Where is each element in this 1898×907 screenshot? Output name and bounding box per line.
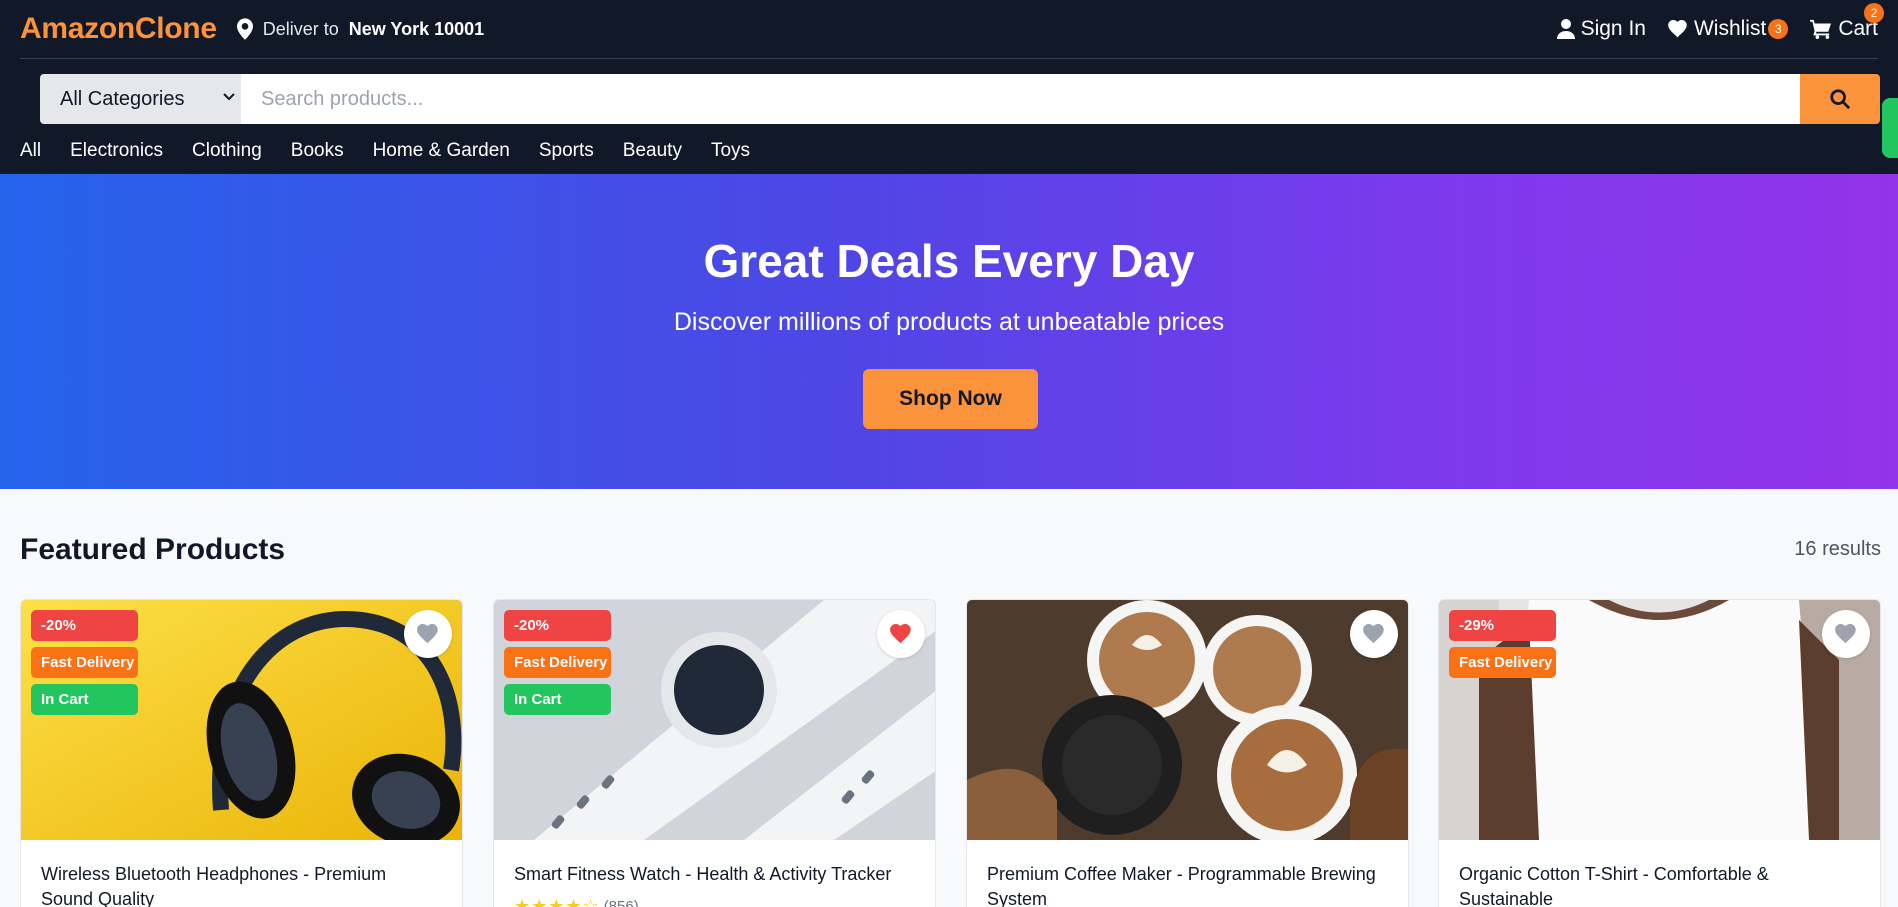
discount-tag: -29%: [1449, 610, 1556, 641]
search-bar: All Categories: [40, 74, 1880, 124]
hero-title: Great Deals Every Day: [703, 235, 1195, 287]
fast-delivery-tag: Fast Delivery: [31, 647, 138, 678]
nav-item-clothing[interactable]: Clothing: [192, 140, 262, 162]
deliver-to[interactable]: Deliver to New York 10001: [236, 18, 485, 40]
product-card[interactable]: -20% Fast Delivery In Cart Smart Fitness…: [493, 599, 936, 907]
product-title[interactable]: Organic Cotton T-Shirt - Comfortable & S…: [1459, 862, 1859, 907]
product-title[interactable]: Wireless Bluetooth Headphones - Premium …: [41, 862, 441, 907]
shop-now-button[interactable]: Shop Now: [863, 369, 1038, 429]
in-cart-tag: In Cart: [31, 684, 138, 715]
nav-item-all[interactable]: All: [20, 140, 41, 162]
heart-icon: [1668, 20, 1687, 38]
nav-item-electronics[interactable]: Electronics: [70, 140, 163, 162]
wishlist-toggle-button[interactable]: [1822, 610, 1870, 658]
deliver-label: Deliver to: [262, 18, 339, 39]
product-card[interactable]: -20% Fast Delivery In Cart Wireless Blue…: [20, 599, 463, 907]
side-feedback-tab[interactable]: [1882, 98, 1898, 158]
search-input[interactable]: [241, 74, 1800, 124]
site-header: AmazonClone Deliver to New York 10001 Si…: [0, 0, 1898, 174]
wishlist-count-badge: 3: [1768, 19, 1789, 39]
nav-item-books[interactable]: Books: [291, 140, 344, 162]
cart-link[interactable]: Cart 2: [1810, 3, 1884, 41]
category-nav: All Electronics Clothing Books Home & Ga…: [20, 140, 750, 162]
heart-icon: [1835, 624, 1856, 644]
hero-subtitle: Discover millions of products at unbeata…: [673, 308, 1225, 336]
nav-item-home-garden[interactable]: Home & Garden: [373, 140, 510, 162]
heart-icon: [417, 624, 438, 644]
logo[interactable]: AmazonClone: [20, 12, 217, 46]
fast-delivery-tag: Fast Delivery: [504, 647, 611, 678]
heart-icon: [1363, 624, 1384, 644]
user-icon: [1556, 19, 1575, 39]
heart-icon: [890, 624, 911, 644]
coffee-image: [967, 600, 1408, 840]
product-card[interactable]: -29% Fast Delivery Organic Cotton T-Shir…: [1438, 599, 1881, 907]
discount-tag: -20%: [31, 610, 138, 641]
fast-delivery-tag: Fast Delivery: [1449, 647, 1556, 678]
product-card[interactable]: Premium Coffee Maker - Programmable Brew…: [966, 599, 1409, 907]
product-tags: -20% Fast Delivery In Cart: [504, 610, 611, 715]
wishlist-label: Wishlist: [1693, 17, 1767, 40]
hero-banner: Great Deals Every Day Discover millions …: [0, 174, 1898, 489]
nav-item-beauty[interactable]: Beauty: [623, 140, 682, 162]
discount-tag: -20%: [504, 610, 611, 641]
category-select[interactable]: All Categories: [40, 74, 241, 124]
in-cart-tag: In Cart: [504, 684, 611, 715]
wishlist-toggle-button[interactable]: [877, 610, 925, 658]
cart-icon: [1810, 19, 1832, 39]
product-tags: -20% Fast Delivery In Cart: [31, 610, 138, 715]
results-count: 16 results: [1794, 538, 1881, 560]
wishlist-link[interactable]: Wishlist 3: [1668, 17, 1789, 41]
product-title[interactable]: Premium Coffee Maker - Programmable Brew…: [987, 862, 1387, 907]
review-count: (856): [603, 898, 639, 907]
nav-item-sports[interactable]: Sports: [539, 140, 594, 162]
cart-count-badge: 2: [1864, 3, 1884, 23]
header-divider: [20, 58, 1878, 59]
deliver-location: New York 10001: [348, 18, 485, 39]
search-button[interactable]: [1800, 74, 1880, 124]
nav-item-toys[interactable]: Toys: [711, 140, 750, 162]
product-title[interactable]: Smart Fitness Watch - Health & Activity …: [514, 862, 914, 887]
header-top-row: AmazonClone Deliver to New York 10001 Si…: [0, 0, 1898, 58]
header-actions: Sign In Wishlist 3 Cart 2: [1556, 3, 1884, 41]
section-title: Featured Products: [20, 533, 286, 566]
category-select-value: All Categories: [60, 87, 185, 110]
search-icon: [1830, 89, 1851, 110]
sign-in-link[interactable]: Sign In: [1556, 17, 1646, 41]
sign-in-label: Sign In: [1580, 17, 1646, 40]
location-pin-icon: [236, 18, 253, 40]
chevron-down-icon: [223, 93, 235, 101]
product-image-coffee[interactable]: [967, 600, 1408, 840]
rating-stars: ★★★★☆: [514, 896, 600, 907]
wishlist-toggle-button[interactable]: [1350, 610, 1398, 658]
wishlist-toggle-button[interactable]: [404, 610, 452, 658]
product-rating: ★★★★☆ (856): [514, 896, 639, 907]
product-tags: -29% Fast Delivery: [1449, 610, 1556, 678]
